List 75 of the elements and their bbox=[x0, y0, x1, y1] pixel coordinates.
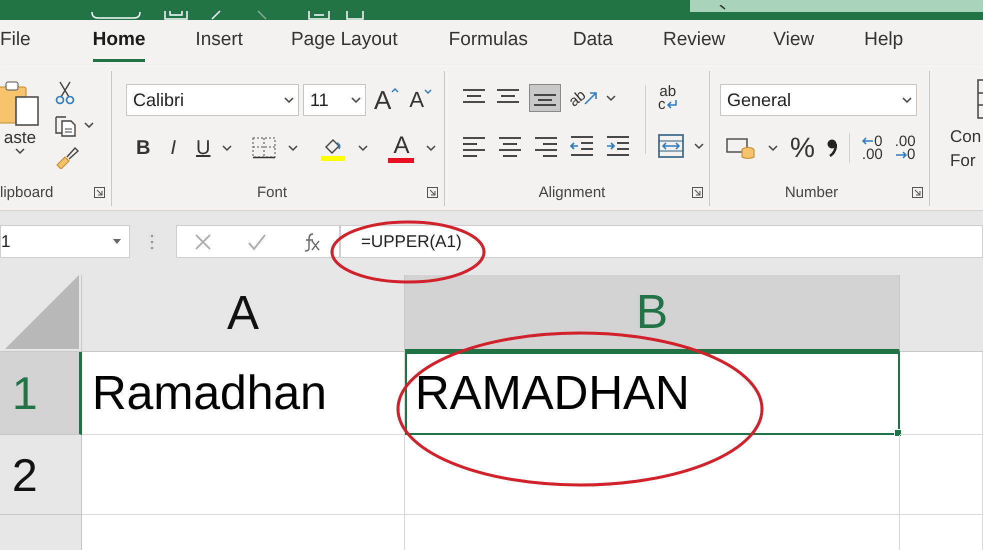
ribbon-tab[interactable]: Data bbox=[572, 23, 613, 62]
group-label: lipboard bbox=[0, 184, 54, 203]
dialog-launcher-icon[interactable] bbox=[427, 187, 438, 198]
color-bar-icon[interactable] bbox=[388, 158, 414, 162]
align-center-icon[interactable] bbox=[497, 135, 523, 157]
orientation-icon[interactable]: ab bbox=[566, 86, 589, 110]
dialog-launcher-icon[interactable] bbox=[692, 187, 703, 198]
column-header[interactable]: B bbox=[405, 275, 900, 352]
row-header[interactable]: 1 bbox=[0, 352, 82, 435]
chevron-down-icon[interactable] bbox=[768, 144, 778, 152]
font-color-letter[interactable]: A bbox=[393, 134, 410, 158]
check-icon[interactable] bbox=[246, 232, 267, 250]
chevron-down-icon[interactable] bbox=[84, 122, 94, 128]
font-size-field[interactable]: 11 bbox=[303, 84, 366, 116]
table-cell[interactable] bbox=[900, 435, 983, 515]
table-cell[interactable] bbox=[405, 435, 900, 515]
accounting-format-icon[interactable] bbox=[726, 136, 756, 160]
table-cell[interactable]: Ramadhan bbox=[82, 352, 405, 435]
align-bottom-icon bbox=[534, 94, 556, 106]
chevron-down-icon[interactable] bbox=[358, 144, 368, 152]
row-header[interactable]: 2 bbox=[0, 435, 82, 515]
grip-icon bbox=[150, 234, 154, 250]
dialog-launcher-icon[interactable] bbox=[94, 187, 105, 198]
paste-label[interactable]: aste bbox=[4, 129, 36, 146]
conditional-formatting-label[interactable]: Con bbox=[950, 125, 983, 149]
chevron-down-icon[interactable] bbox=[288, 144, 298, 152]
chevron-down-icon[interactable] bbox=[902, 96, 912, 104]
table-cell[interactable] bbox=[82, 435, 405, 515]
align-bottom-button[interactable] bbox=[529, 84, 561, 112]
bold-button[interactable]: B bbox=[136, 138, 150, 158]
ribbon-tab[interactable]: View bbox=[773, 23, 814, 62]
ribbon-tab[interactable]: Formulas bbox=[448, 23, 528, 62]
underline-button[interactable]: U bbox=[196, 138, 210, 158]
search-field[interactable] bbox=[690, 0, 983, 12]
number-format-field[interactable]: General bbox=[720, 84, 917, 116]
chevron-down-icon[interactable] bbox=[426, 144, 436, 152]
group-label: Alignment bbox=[538, 184, 606, 203]
dialog-launcher-icon[interactable] bbox=[912, 187, 923, 198]
column-header[interactable]: A bbox=[82, 275, 405, 352]
merge-center-icon[interactable] bbox=[658, 134, 684, 158]
chevron-down-icon[interactable] bbox=[15, 148, 25, 155]
ribbon-tab[interactable]: Help bbox=[864, 23, 904, 62]
conditional-formatting-label[interactable]: For bbox=[950, 149, 983, 173]
chevron-down-icon[interactable] bbox=[284, 96, 294, 104]
name-box[interactable]: 1 bbox=[0, 225, 130, 258]
chevron-down-icon[interactable] bbox=[351, 96, 361, 104]
percent-style-icon[interactable]: % bbox=[790, 134, 815, 162]
font-name-field[interactable]: Calibri bbox=[126, 84, 299, 116]
borders-icon[interactable] bbox=[252, 137, 276, 159]
align-left-icon[interactable] bbox=[461, 135, 487, 157]
ribbon-tab[interactable]: Page Layout bbox=[290, 23, 398, 62]
group-label: Number bbox=[784, 184, 840, 203]
scissors-icon[interactable] bbox=[54, 81, 76, 105]
italic-button[interactable]: I bbox=[170, 138, 176, 158]
ribbon-tab[interactable]: Home bbox=[92, 23, 146, 62]
comma-style-icon[interactable] bbox=[826, 138, 837, 158]
table-cell[interactable]: RAMADHAN bbox=[405, 352, 900, 435]
formula-field[interactable]: =UPPER(A1) bbox=[340, 225, 983, 258]
increase-indent-icon[interactable] bbox=[605, 135, 631, 157]
print-icon[interactable] bbox=[308, 11, 330, 20]
ribbon-tab[interactable]: File bbox=[0, 23, 31, 62]
chevron-down-icon[interactable] bbox=[606, 94, 616, 102]
chevron-down-icon[interactable] bbox=[694, 142, 704, 150]
arrow-icon bbox=[584, 91, 598, 105]
document-icon[interactable] bbox=[346, 11, 364, 20]
ribbon-tab[interactable]: Review bbox=[662, 23, 726, 62]
group-label: Font bbox=[256, 184, 288, 203]
table-cell[interactable] bbox=[900, 352, 983, 435]
decrease-indent-icon[interactable] bbox=[569, 135, 595, 157]
fill-handle[interactable] bbox=[894, 429, 902, 437]
chevron-down-icon[interactable] bbox=[222, 144, 232, 152]
align-right-icon[interactable] bbox=[533, 135, 559, 157]
save-icon[interactable] bbox=[164, 11, 188, 20]
format-painter-icon[interactable] bbox=[54, 145, 80, 169]
ribbon-tab[interactable]: Insert bbox=[195, 23, 243, 62]
